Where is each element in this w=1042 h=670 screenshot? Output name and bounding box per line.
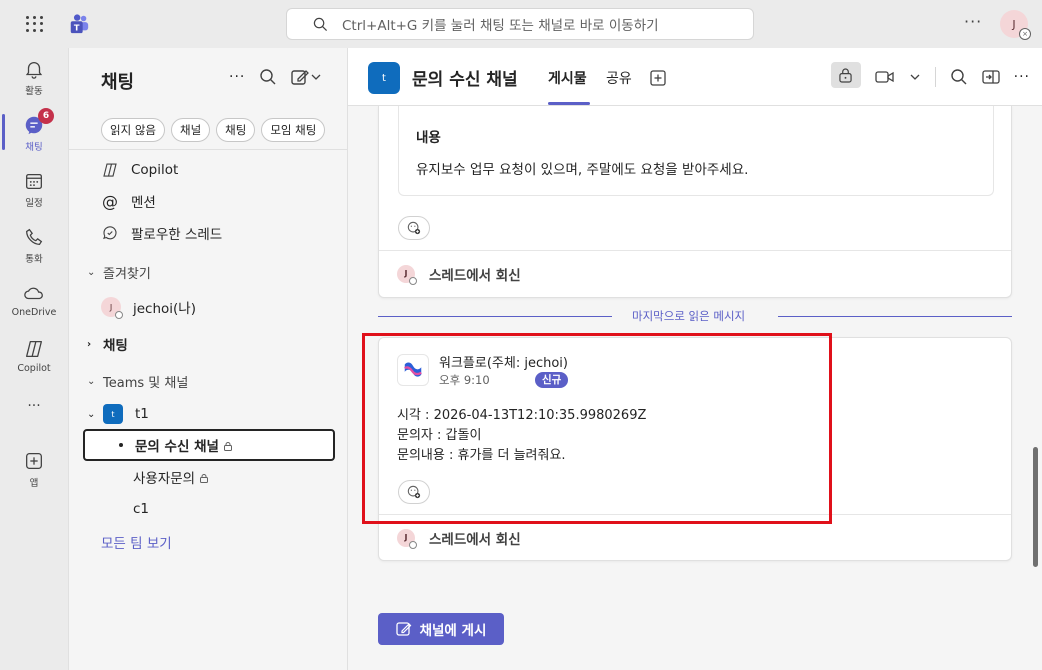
- card-value: 유지보수 업무 요청이 있으며, 주말에도 요청을 받아주세요.: [416, 162, 749, 178]
- tab-shared[interactable]: 공유: [606, 68, 632, 88]
- channel-lock-button[interactable]: [830, 62, 861, 88]
- compose-icon: [395, 622, 411, 636]
- app-launcher-icon[interactable]: [24, 14, 44, 34]
- svg-text:T: T: [74, 22, 80, 32]
- search-icon[interactable]: [259, 68, 277, 86]
- team-avatar: t: [103, 404, 123, 424]
- add-app-icon: [26, 453, 42, 469]
- rail-more-button[interactable]: ···: [0, 398, 68, 414]
- section-chats[interactable]: › 채팅: [87, 333, 128, 355]
- open-panel-icon[interactable]: [981, 68, 1000, 86]
- add-reaction-button[interactable]: [398, 216, 430, 240]
- team-avatar: t: [368, 62, 400, 94]
- panel-more-button[interactable]: ···: [229, 69, 245, 85]
- avatar: J: [397, 264, 417, 285]
- app-rail: 활동 6 채팅 일정 통화 OneDrive Copilot ··· 앱: [0, 48, 68, 670]
- new-chat-icon[interactable]: [291, 68, 321, 86]
- team-item-t1[interactable]: ⌄ t t1: [87, 403, 149, 425]
- rail-item-chat[interactable]: 6 채팅: [0, 108, 68, 153]
- lock-icon: [200, 473, 209, 483]
- search-icon: [313, 17, 328, 31]
- bell-icon: [25, 62, 43, 79]
- filter-meeting-chats[interactable]: 모임 채팅: [261, 118, 326, 142]
- section-favorites[interactable]: ⌄ 즐겨찾기: [87, 261, 151, 283]
- panel-divider: [69, 149, 347, 150]
- nav-followed-threads[interactable]: 팔로우한 스레드: [101, 221, 222, 245]
- filter-bar: 읽지 않음 채널 채팅 모임 채팅: [101, 118, 326, 142]
- rail-item-onedrive[interactable]: OneDrive: [0, 282, 68, 318]
- message-card: 내용 유지보수 업무 요청이 있으며, 주말에도 요청을 받아주세요. J 스레…: [378, 106, 1012, 298]
- chevron-down-icon[interactable]: [909, 68, 921, 86]
- add-tab-icon[interactable]: [650, 70, 666, 86]
- video-call-icon[interactable]: [874, 68, 895, 86]
- more-options-button[interactable]: ···: [1014, 69, 1030, 85]
- bullet-icon: [119, 443, 123, 447]
- chat-item-me[interactable]: J jechoi(나): [101, 295, 196, 319]
- phone-icon: [26, 228, 43, 245]
- chevron-down-icon: ⌄: [87, 266, 96, 278]
- lock-icon: [839, 67, 852, 83]
- calendar-icon: [26, 173, 42, 189]
- search-placeholder: Ctrl+Alt+G 키를 눌러 채팅 또는 채널로 바로 이동하기: [342, 18, 659, 34]
- profile-avatar[interactable]: J ×: [1000, 10, 1031, 40]
- rail-item-calls[interactable]: 통화: [0, 226, 68, 265]
- adaptive-card: 내용 유지보수 업무 요청이 있으며, 주말에도 요청을 받아주세요.: [398, 106, 994, 196]
- panel-toolbar: ···: [229, 68, 321, 86]
- rail-item-calendar[interactable]: 일정: [0, 170, 68, 209]
- cloud-icon: [24, 287, 43, 300]
- rail-item-copilot[interactable]: Copilot: [0, 338, 68, 374]
- chevron-down-icon: ⌄: [87, 408, 96, 420]
- emoji-add-icon: [407, 221, 421, 235]
- chat-list-panel: 채팅 ··· 읽지 않음 채널 채팅 모임 채팅 Copilot @ 멘션 팔로…: [68, 48, 348, 670]
- chat-unread-badge: 6: [38, 108, 54, 124]
- reply-in-thread[interactable]: J 스레드에서 회신: [379, 250, 1011, 296]
- lock-icon: [223, 441, 232, 451]
- teams-logo-icon: T: [70, 14, 89, 34]
- followed-threads-icon: [103, 226, 117, 240]
- card-label: 내용: [416, 130, 441, 146]
- header-divider: [934, 67, 936, 87]
- rail-item-apps[interactable]: 앱: [0, 450, 68, 489]
- channel-item-selected[interactable]: 문의 수신 채널: [83, 429, 335, 461]
- section-teams[interactable]: ⌄ Teams 및 채널: [87, 370, 188, 392]
- post-in-channel-button[interactable]: 채널에 게시: [378, 613, 504, 645]
- highlight-box: [362, 333, 832, 524]
- nav-mentions[interactable]: @ 멘션: [101, 189, 156, 213]
- filter-chats[interactable]: 채팅: [216, 118, 256, 142]
- tab-posts[interactable]: 게시물: [548, 68, 587, 88]
- see-all-teams-link[interactable]: 모든 팀 보기: [101, 532, 172, 552]
- presence-status-icon: ×: [1019, 28, 1031, 40]
- header-actions: ···: [830, 62, 1030, 88]
- filter-unread[interactable]: 읽지 않음: [101, 118, 165, 142]
- chevron-down-icon: ⌄: [87, 375, 96, 387]
- search-input[interactable]: Ctrl+Alt+G 키를 눌러 채팅 또는 채널로 바로 이동하기: [286, 8, 754, 40]
- channel-item[interactable]: 사용자문의: [83, 461, 335, 493]
- tab-active-indicator: [548, 102, 590, 105]
- last-read-divider: 마지막으로 읽은 메시지: [378, 309, 1012, 323]
- avatar: J: [397, 528, 417, 549]
- avatar: J: [101, 297, 123, 319]
- at-icon: @: [102, 191, 118, 211]
- copilot-icon: [103, 163, 117, 177]
- nav-copilot[interactable]: Copilot: [101, 158, 178, 182]
- rail-item-activity[interactable]: 활동: [0, 58, 68, 97]
- channel-item[interactable]: c1: [83, 493, 335, 525]
- chevron-right-icon: ›: [87, 338, 92, 350]
- search-icon[interactable]: [950, 68, 968, 86]
- channel-title: 문의 수신 채널: [412, 70, 518, 90]
- copilot-icon: [26, 341, 42, 357]
- title-bar: T Ctrl+Alt+G 키를 눌러 채팅 또는 채널로 바로 이동하기 ···…: [0, 0, 1042, 48]
- scrollbar[interactable]: [1033, 447, 1038, 567]
- channel-header: t 문의 수신 채널 게시물 공유 ···: [348, 48, 1042, 106]
- panel-title: 채팅: [101, 72, 135, 93]
- more-options-button[interactable]: ···: [964, 12, 982, 31]
- filter-channels[interactable]: 채널: [170, 118, 211, 142]
